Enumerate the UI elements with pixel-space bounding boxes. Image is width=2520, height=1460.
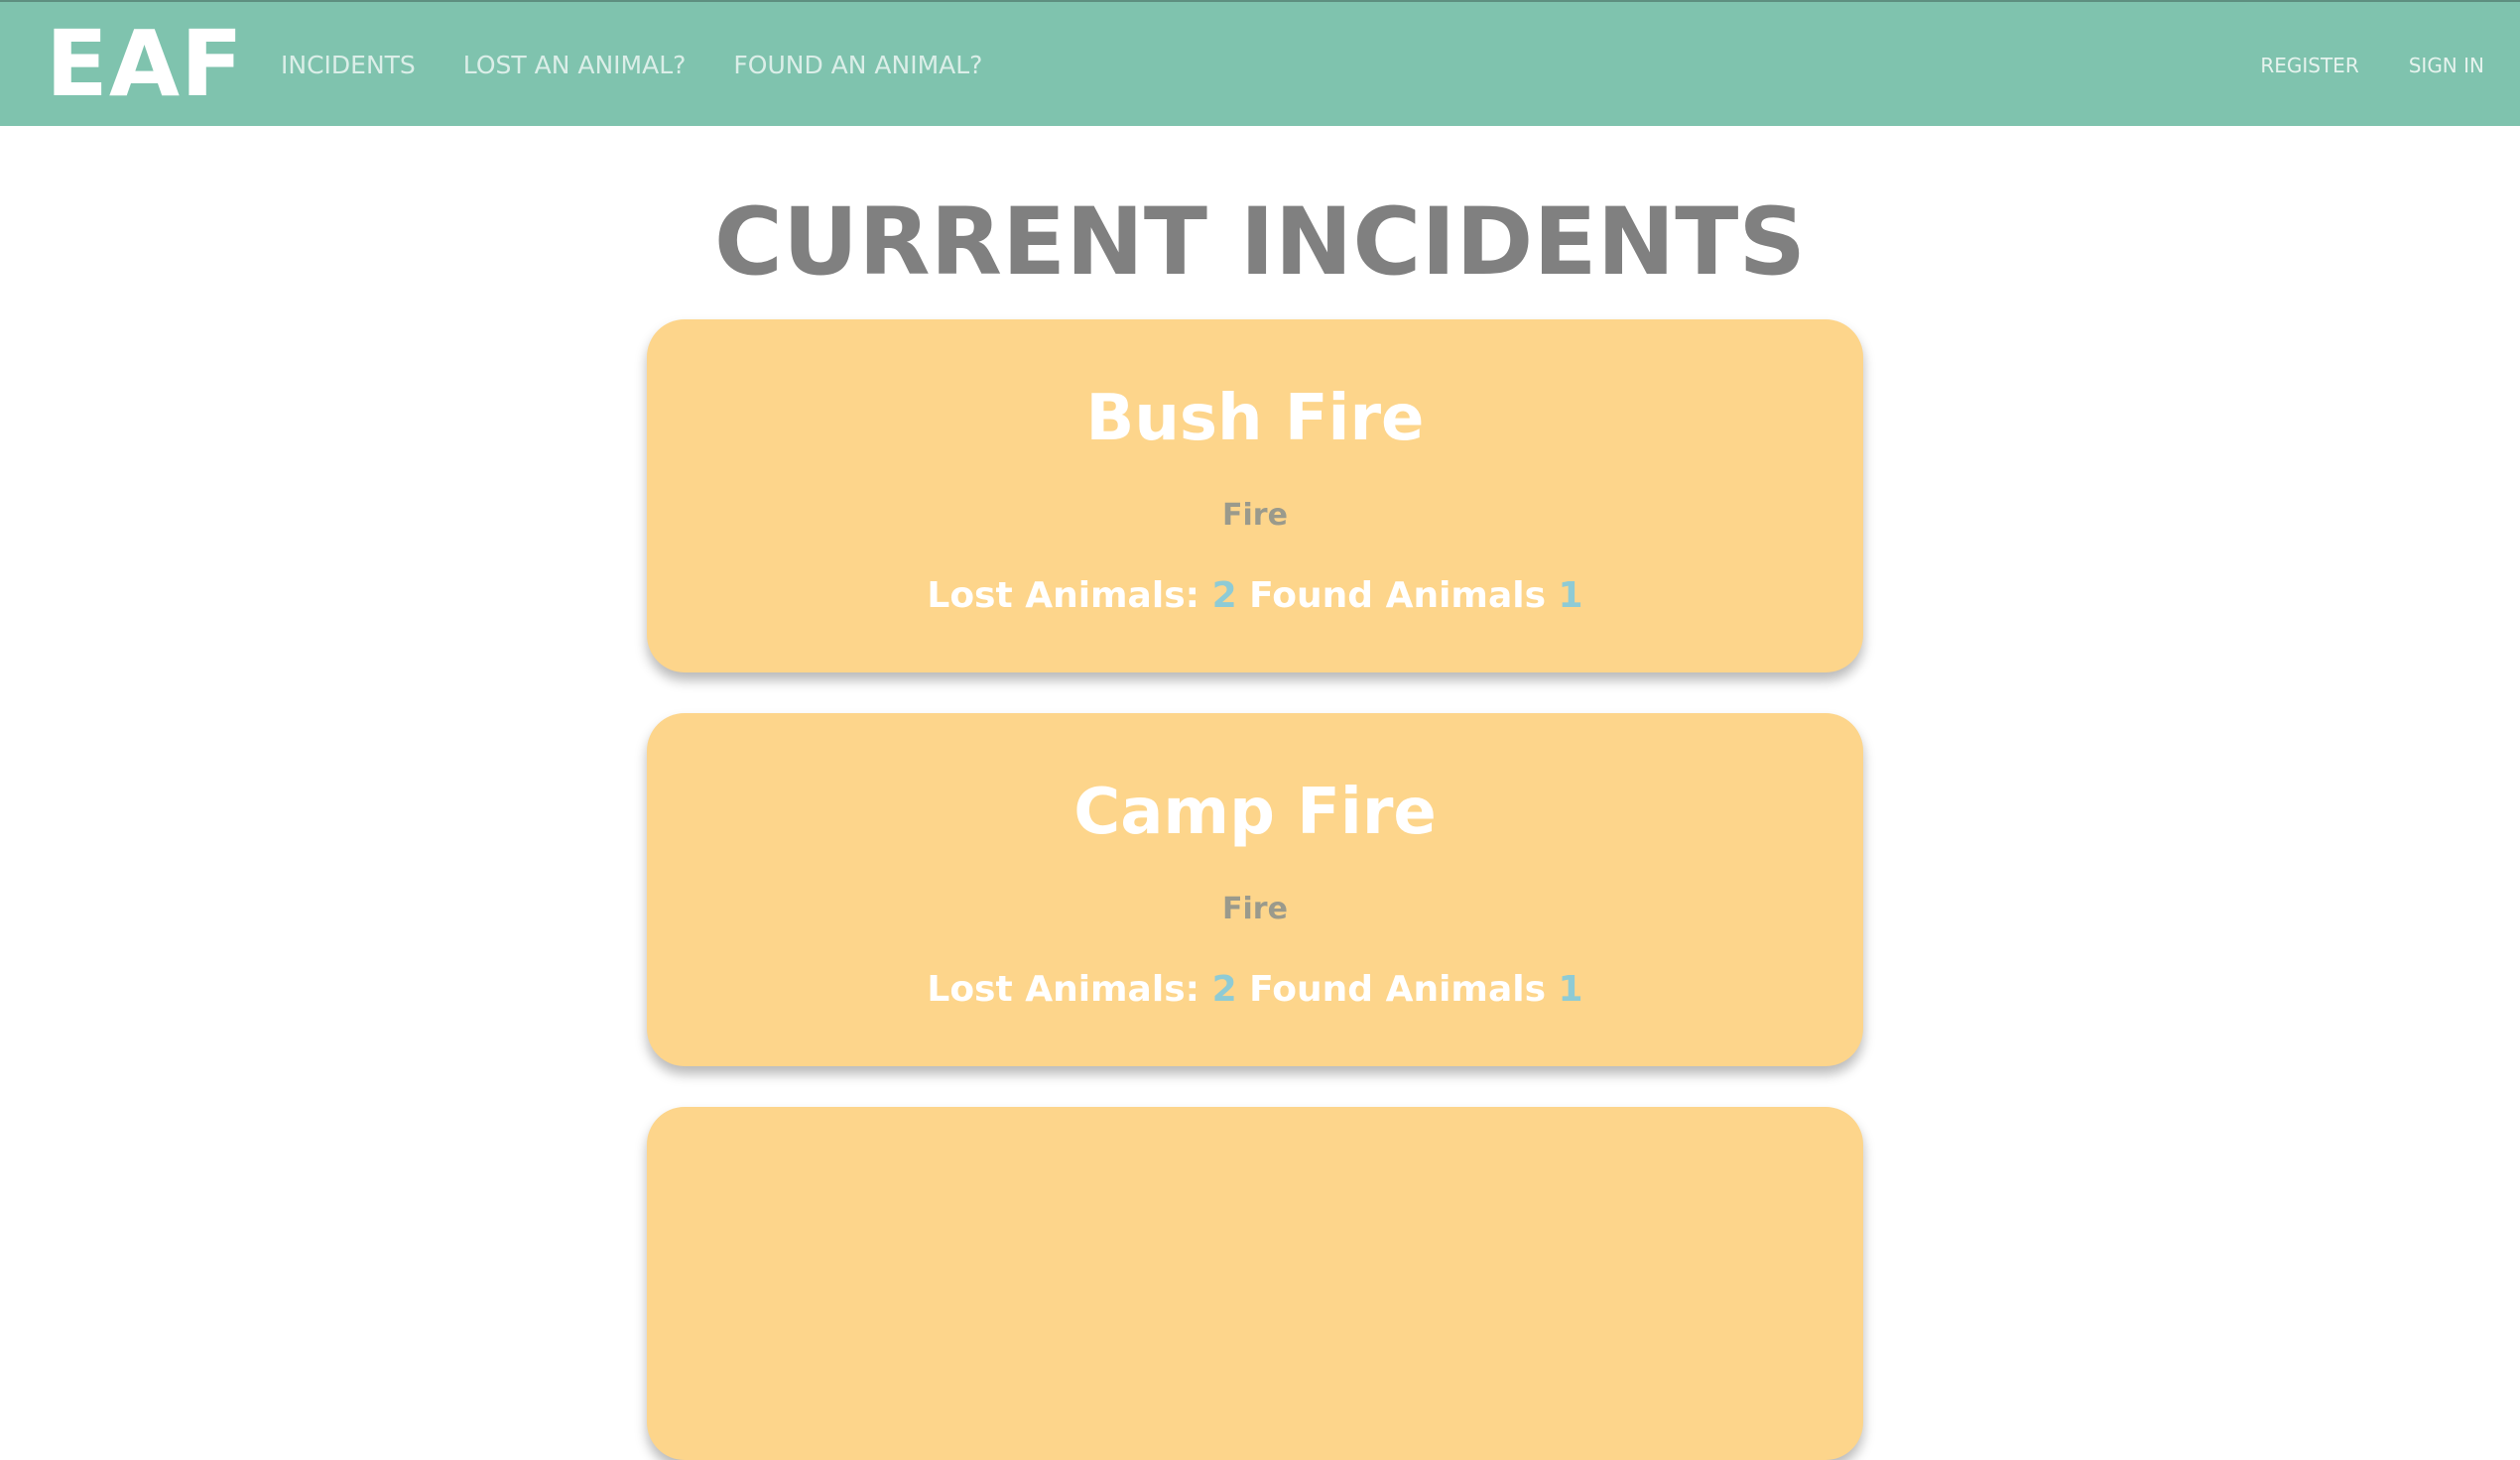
nav-found-animal[interactable]: FOUND AN ANIMAL? [733,51,982,79]
nav-incidents[interactable]: INCIDENTS [281,51,416,79]
found-animals-count: 1 [1558,969,1583,1010]
account-nav: REGISTER SIGN IN [2210,2,2484,128]
lost-animals-label: Lost Animals: [927,969,1200,1010]
lost-animals-count: 2 [1211,575,1237,616]
brand-logo[interactable]: EAF [46,10,244,119]
nav-lost-animal[interactable]: LOST AN ANIMAL? [463,51,687,79]
incident-card[interactable]: Bush Fire Fire Lost Animals: 2 Found Ani… [647,319,1863,672]
register-link[interactable]: REGISTER [2260,54,2358,77]
incident-stats: Lost Animals: 2 Found Animals 1 [647,965,1863,1015]
lost-animals-label: Lost Animals: [927,575,1200,616]
incident-type: Fire [1222,892,1288,926]
found-animals-label: Found Animals [1249,969,1546,1010]
found-animals-count: 1 [1558,575,1583,616]
incident-card-partial[interactable] [647,1107,1863,1460]
incident-card[interactable]: Camp Fire Fire Lost Animals: 2 Found Ani… [647,713,1863,1066]
incident-title: Bush Fire [1085,382,1425,455]
main-nav: INCIDENTS LOST AN ANIMAL? FOUND AN ANIMA… [281,2,1030,128]
incident-stats: Lost Animals: 2 Found Animals 1 [647,571,1863,621]
found-animals-label: Found Animals [1249,575,1546,616]
page-title: CURRENT INCIDENTS [713,188,1807,297]
top-navbar: EAF INCIDENTS LOST AN ANIMAL? FOUND AN A… [0,0,2520,126]
lost-animals-count: 2 [1211,969,1237,1010]
incident-title: Camp Fire [1073,776,1437,849]
sign-in-link[interactable]: SIGN IN [2409,54,2484,77]
incident-type: Fire [1222,498,1288,533]
